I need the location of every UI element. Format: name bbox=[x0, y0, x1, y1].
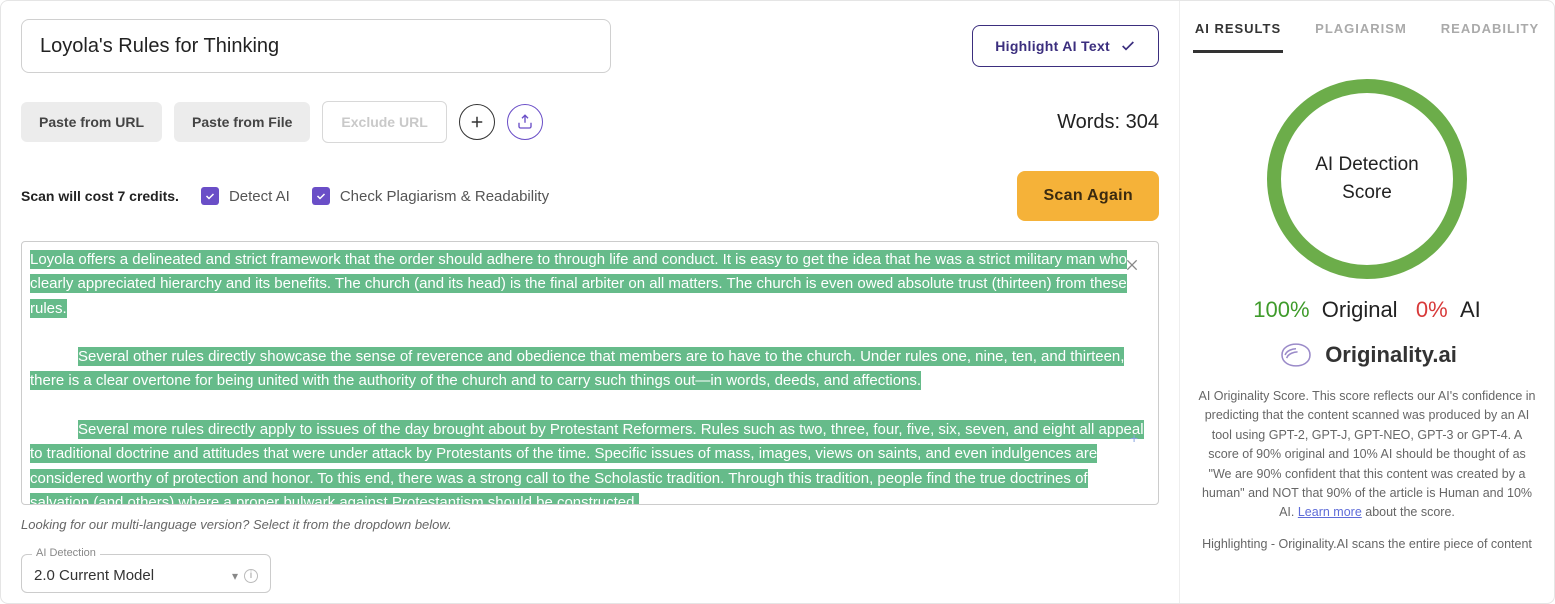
paste-from-file-button[interactable]: Paste from File bbox=[174, 102, 310, 142]
results-tabs: AI RESULTS PLAGIARISM READABILITY bbox=[1198, 11, 1536, 53]
plus-icon bbox=[468, 113, 486, 131]
word-count: Words: 304 bbox=[1057, 111, 1159, 134]
model-select-label: AI Detection bbox=[32, 547, 100, 559]
document-title-input[interactable] bbox=[21, 19, 611, 73]
check-plagiarism-label: Check Plagiarism & Readability bbox=[340, 188, 549, 205]
brand-row: Originality.ai bbox=[1277, 341, 1457, 369]
detect-ai-label: Detect AI bbox=[229, 188, 290, 205]
score-summary: 100% Original 0% AI bbox=[1253, 297, 1481, 323]
word-count-value: 304 bbox=[1126, 111, 1159, 133]
clear-content-button[interactable] bbox=[1124, 256, 1140, 279]
original-percent: 100% bbox=[1253, 297, 1309, 322]
model-select-value: 2.0 Current Model bbox=[34, 567, 154, 584]
export-button[interactable] bbox=[507, 104, 543, 140]
check-plagiarism-checkbox-wrap[interactable]: Check Plagiarism & Readability bbox=[312, 187, 549, 205]
app-container: Highlight AI Text Paste from URL Paste f… bbox=[0, 0, 1555, 604]
ai-label: AI bbox=[1460, 297, 1481, 322]
check-icon bbox=[315, 190, 327, 202]
score-ring-label-2: Score bbox=[1315, 179, 1419, 208]
add-button[interactable] bbox=[459, 104, 495, 140]
brand-name: Originality.ai bbox=[1325, 342, 1457, 368]
highlighting-description: Highlighting - Originality.AI scans the … bbox=[1202, 537, 1532, 551]
tab-ai-results[interactable]: AI RESULTS bbox=[1193, 11, 1283, 53]
paragraph-1: Loyola offers a delineated and strict fr… bbox=[30, 250, 1127, 318]
score-description: AI Originality Score. This score reflect… bbox=[1198, 387, 1536, 523]
paragraph-2: Several other rules directly showcase th… bbox=[30, 347, 1124, 390]
scan-cost-label: Scan will cost 7 credits. bbox=[21, 188, 179, 204]
exclude-url-button[interactable]: Exclude URL bbox=[322, 101, 446, 143]
results-panel: AI RESULTS PLAGIARISM READABILITY AI Det… bbox=[1179, 1, 1554, 603]
highlight-ai-text-button[interactable]: Highlight AI Text bbox=[972, 25, 1159, 67]
detect-ai-checkbox[interactable] bbox=[201, 187, 219, 205]
info-icon[interactable]: i bbox=[244, 569, 258, 583]
learn-more-link[interactable]: Learn more bbox=[1298, 505, 1362, 519]
word-count-label: Words: bbox=[1057, 111, 1120, 133]
expand-icon: + bbox=[1130, 430, 1144, 444]
check-icon bbox=[204, 190, 216, 202]
ai-percent: 0% bbox=[1416, 297, 1448, 322]
detect-ai-checkbox-wrap[interactable]: Detect AI bbox=[201, 187, 290, 205]
tab-plagiarism[interactable]: PLAGIARISM bbox=[1313, 11, 1409, 53]
paste-from-url-button[interactable]: Paste from URL bbox=[21, 102, 162, 142]
original-label: Original bbox=[1322, 297, 1398, 322]
content-text[interactable]: Loyola offers a delineated and strict fr… bbox=[22, 242, 1158, 504]
close-icon bbox=[1124, 257, 1140, 273]
chevron-down-icon: ▾ bbox=[232, 569, 238, 583]
paragraph-3: Several more rules directly apply to iss… bbox=[30, 420, 1144, 504]
highlight-ai-text-label: Highlight AI Text bbox=[995, 38, 1110, 54]
export-icon bbox=[516, 113, 534, 131]
tab-readability[interactable]: READABILITY bbox=[1439, 11, 1541, 53]
brand-logo-icon bbox=[1277, 341, 1315, 369]
scan-options-row: Scan will cost 7 credits. Detect AI Chec… bbox=[21, 171, 1159, 221]
title-row: Highlight AI Text bbox=[21, 19, 1159, 73]
check-plagiarism-checkbox[interactable] bbox=[312, 187, 330, 205]
score-description-text: AI Originality Score. This score reflect… bbox=[1198, 389, 1535, 519]
ai-detection-score-ring: AI Detection Score bbox=[1267, 79, 1467, 279]
check-icon bbox=[1120, 38, 1136, 54]
ai-detection-model-select[interactable]: AI Detection 2.0 Current Model ▾ i bbox=[21, 554, 271, 593]
editor-panel: Highlight AI Text Paste from URL Paste f… bbox=[1, 1, 1179, 603]
score-ring-label-1: AI Detection bbox=[1315, 151, 1419, 180]
content-editor[interactable]: + Loyola offers a delineated and strict … bbox=[21, 241, 1159, 505]
multi-language-note: Looking for our multi-language version? … bbox=[21, 517, 1159, 532]
score-description-post: about the score. bbox=[1362, 505, 1455, 519]
toolbar: Paste from URL Paste from File Exclude U… bbox=[21, 101, 1159, 143]
scan-again-button[interactable]: Scan Again bbox=[1017, 171, 1159, 221]
